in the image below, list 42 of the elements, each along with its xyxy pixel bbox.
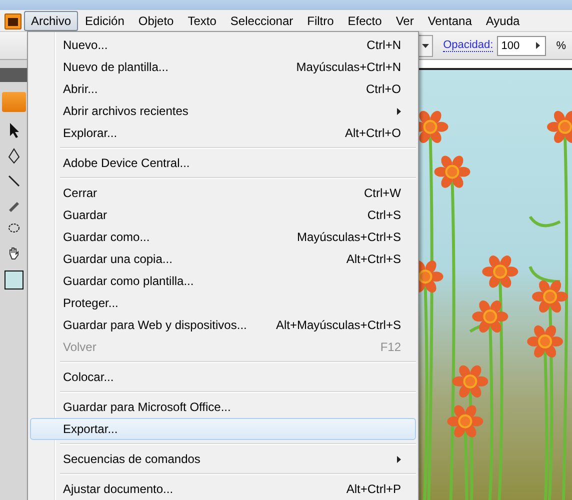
fill-swatch-icon[interactable]	[4, 270, 24, 290]
menu-item[interactable]: Guardar como plantilla...	[30, 270, 416, 292]
menu-item[interactable]: Adobe Device Central...	[30, 152, 416, 174]
arrow-right-icon	[536, 42, 540, 49]
menu-item[interactable]: Exportar...	[30, 418, 416, 440]
panel-grip[interactable]	[0, 68, 27, 82]
menu-item[interactable]: Proteger...	[30, 292, 416, 314]
menu-bar-item[interactable]: Ayuda	[478, 10, 527, 30]
menu-item[interactable]: Abrir... Ctrl+O	[30, 78, 416, 100]
panel-header	[2, 92, 26, 112]
menu-item[interactable]: Abrir archivos recientes	[30, 100, 416, 122]
menu-item[interactable]: Colocar...	[30, 366, 416, 388]
hand-icon[interactable]	[6, 246, 20, 260]
menu-bar-item[interactable]: Filtro	[300, 10, 341, 30]
opacity-field[interactable]: 100	[497, 36, 546, 56]
menu-bar-item[interactable]: Texto	[180, 10, 224, 30]
menu-bar-item[interactable]: Seleccionar	[223, 10, 300, 30]
line-icon[interactable]	[6, 174, 20, 188]
opacity-link[interactable]: Opacidad:	[443, 39, 494, 52]
menu-item[interactable]: Guardar para Microsoft Office...	[30, 396, 416, 418]
menu-item[interactable]: Cerrar Ctrl+W	[30, 182, 416, 204]
menu-bar-item[interactable]: Efecto	[340, 10, 389, 30]
unit-label: %	[556, 40, 566, 52]
menu-bar-item[interactable]: Ver	[388, 10, 421, 30]
menu-bar-item[interactable]: Edición	[78, 10, 132, 30]
submenu-arrow-icon	[397, 108, 401, 114]
menu-item[interactable]: Nuevo de plantilla... Mayúsculas+Ctrl+N	[30, 56, 416, 78]
menu-bar-item[interactable]: Objeto	[131, 10, 181, 30]
pen-icon[interactable]	[6, 148, 20, 164]
menu-item[interactable]: Secuencias de comandos	[30, 448, 416, 470]
menu-item[interactable]: Guardar como... Mayúsculas+Ctrl+S	[30, 226, 416, 248]
app-logo-icon	[4, 12, 22, 30]
menu-item[interactable]: Nuevo... Ctrl+N	[30, 34, 416, 56]
menu-item[interactable]: Guardar Ctrl+S	[30, 204, 416, 226]
caret-icon	[422, 44, 429, 48]
menu-bar-item[interactable]: Archivo	[24, 10, 78, 30]
menu-item[interactable]: Guardar para Web y dispositivos... Alt+Mayúsculas+Ctrl+S	[30, 314, 416, 336]
menu-bar-item[interactable]: Ventana	[420, 10, 479, 30]
submenu-arrow-icon	[397, 456, 401, 462]
menu-item[interactable]: Guardar una copia... Alt+Ctrl+S	[30, 248, 416, 270]
menu-item[interactable]: Explorar... Alt+Ctrl+O	[30, 122, 416, 144]
menu-item[interactable]: Ajustar documento... Alt+Ctrl+P	[30, 478, 416, 500]
